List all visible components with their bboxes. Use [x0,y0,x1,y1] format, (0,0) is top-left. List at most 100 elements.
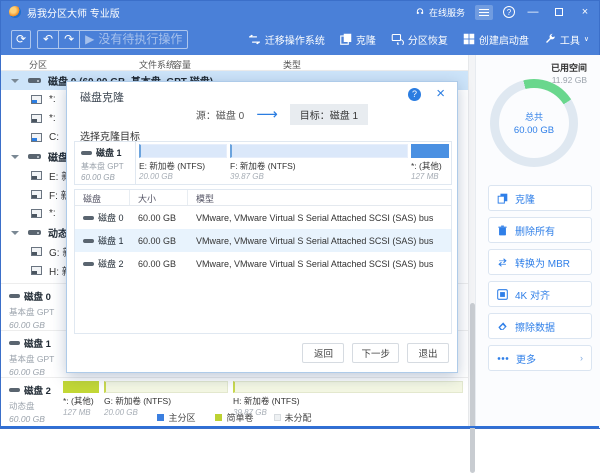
help-icon[interactable]: ? [503,6,515,18]
partition-icon [31,266,42,275]
chevron-down-icon [11,231,19,235]
disk-table-row-disk2[interactable]: 磁盘 2 60.00 GB VMware, VMware Virtual S S… [75,252,451,275]
partition-recovery-button[interactable]: 分区恢复 [391,32,448,47]
chevron-down-icon [11,79,19,83]
partition-bar [411,144,449,158]
eraser-icon [497,321,508,332]
disk-icon [28,230,41,235]
partition-icon [31,247,42,256]
partition-icon [31,95,42,104]
disk-icon [83,239,94,243]
app-title: 易我分区大师 专业版 [27,5,120,20]
create-boot-disk-button[interactable]: 创建启动盘 [463,32,529,47]
clone-icon [340,33,352,45]
close-button[interactable]: × [577,1,593,23]
boot-disk-icon [463,33,475,45]
col-capacity: 容量 [173,58,191,71]
clone-button[interactable]: 克隆 [340,32,376,47]
menu-icon[interactable] [475,5,493,20]
vertical-scrollbar[interactable] [468,55,475,428]
exit-button[interactable]: 退出 [407,343,449,363]
more-icon [497,356,509,361]
partition-bar [233,381,463,393]
migrate-os-icon [248,34,261,45]
chevron-down-icon [11,155,19,159]
partition-bar [139,144,227,158]
titlebar: 易我分区大师 专业版 在线服务 ? — × [1,1,599,23]
maximize-icon [555,8,563,16]
clone-source-target-row: 源：磁盘 0 ⟶ 目标：磁盘 1 [67,104,457,125]
disk-icon [28,154,41,159]
target-disk-preview: 磁盘 1 基本盘 GPT 60.00 GB E: 新加卷 (NTFS) 20.0… [74,141,452,185]
toolbar: ⟳ ↶ ↷ ▶ 没有待执行操作 迁移操作系统 克隆 分区恢复 创建启动盘 [1,23,599,55]
disk-icon [28,78,41,83]
partition-bar [230,144,408,158]
arrow-right-icon: ⟶ [256,110,278,120]
refresh-icon: ⟳ [16,32,26,46]
disk-usage-donut-chart: 总共 60.00 GB [490,79,578,167]
legend: 主分区 简单卷 未分配 [1,411,468,424]
undo-button[interactable]: ↶ [38,31,58,48]
partition-icon [31,171,42,180]
window-bottom-border [1,426,599,428]
col-filesystem: 文件系统 [139,58,175,71]
col-partition: 分区 [29,58,47,71]
convert-icon [497,257,508,268]
align-icon [497,289,508,300]
dialog-help-icon[interactable]: ? [408,88,421,101]
wrench-icon [544,33,556,45]
clone-action-button[interactable]: 克隆 [488,185,592,211]
legend-simple-volume: 简单卷 [215,411,253,424]
source-disk-label: 源：磁盘 0 [196,107,244,122]
pending-operations-button[interactable]: ▶ 没有待执行操作 [80,31,187,48]
legend-swatch-simple [215,414,222,421]
online-service-button[interactable]: 在线服务 [415,6,465,19]
dialog-close-icon[interactable]: × [436,85,445,102]
disk-icon [83,216,94,220]
legend-primary-partition: 主分区 [157,411,195,424]
disk-table-row-disk0[interactable]: 磁盘 0 60.00 GB VMware, VMware Virtual S S… [75,206,451,229]
partition-icon [31,209,42,218]
undo-icon: ↶ [43,32,53,46]
convert-to-mbr-button[interactable]: 转换为 MBR [488,249,592,275]
preview-partition-f[interactable]: F: 新加卷 (NTFS) 39.87 GB [230,144,408,184]
delete-all-button[interactable]: 删除所有 [488,217,592,243]
headset-icon [415,7,425,17]
next-button[interactable]: 下一步 [352,343,399,363]
minimize-button[interactable]: — [525,1,541,23]
partition-bar [104,381,228,393]
disk-table-header: 磁盘 大小 模型 [75,190,451,206]
tools-menu-button[interactable]: 工具 ∨ [544,32,589,47]
partition-master-window: { "titlebar": { "app_title": "易我分区大师 专业版… [0,0,600,429]
redo-button[interactable]: ↷ [59,31,79,48]
target-disk-chip: 目标：磁盘 1 [290,104,368,125]
play-icon: ▶ [85,31,94,48]
partition-icon [31,114,42,123]
disk-table-row-disk1[interactable]: 磁盘 1 60.00 GB VMware, VMware Virtual S S… [75,229,451,252]
trash-icon [497,225,508,236]
disk-icon [9,388,20,392]
redo-icon: ↷ [64,32,74,46]
refresh-button[interactable]: ⟳ [11,30,31,49]
partition-table-header: 分区 文件系统 容量 类型 [1,55,468,71]
dialog-title: 磁盘克隆 [80,89,124,105]
disk-icon [9,294,20,298]
chevron-down-icon: ∨ [584,35,589,43]
preview-partition-other[interactable]: *: (其他) 127 MB [411,144,449,184]
partition-bar [63,381,99,393]
maximize-button[interactable] [551,1,567,23]
more-button[interactable]: 更多 › [488,345,592,371]
preview-partition-e[interactable]: E: 新加卷 (NTFS) 20.00 GB [139,144,227,184]
erase-data-button[interactable]: 擦除数据 [488,313,592,339]
align-4k-button[interactable]: 4K 对齐 [488,281,592,307]
col-type: 类型 [283,58,301,71]
legend-unallocated: 未分配 [274,411,312,424]
disk-icon [9,341,20,345]
app-logo-icon [9,6,21,18]
migrate-os-button[interactable]: 迁移操作系统 [248,32,325,47]
disk-select-table: 磁盘 大小 模型 磁盘 0 60.00 GB VMware, VMware Vi… [74,189,452,334]
disk-icon [81,151,92,155]
back-button[interactable]: 返回 [302,343,344,363]
disk-icon [83,262,94,266]
legend-swatch-unallocated [274,414,281,421]
